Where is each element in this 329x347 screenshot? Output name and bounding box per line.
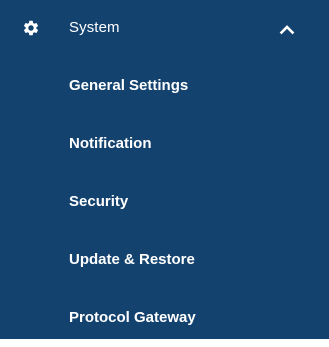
menu-item-update-restore[interactable]: Update & Restore: [0, 231, 329, 289]
menu-item-label: Notification: [69, 135, 152, 152]
menu-item-label: Update & Restore: [69, 251, 195, 268]
menu-item-protocol-gateway[interactable]: Protocol Gateway: [0, 289, 329, 347]
menu-item-notification[interactable]: Notification: [0, 115, 329, 173]
menu-item-label: Security: [69, 193, 129, 210]
menu-item-label: Protocol Gateway: [69, 309, 196, 326]
chevron-up-icon[interactable]: [279, 22, 295, 35]
system-menu-header[interactable]: System: [0, 0, 329, 56]
system-menu-label: System: [69, 19, 120, 36]
gear-icon: [22, 19, 40, 37]
menu-item-general-settings[interactable]: General Settings: [0, 57, 329, 115]
menu-item-label: General Settings: [69, 77, 189, 94]
system-menu: System General Settings Notification Sec…: [0, 0, 329, 339]
menu-item-security[interactable]: Security: [0, 173, 329, 231]
